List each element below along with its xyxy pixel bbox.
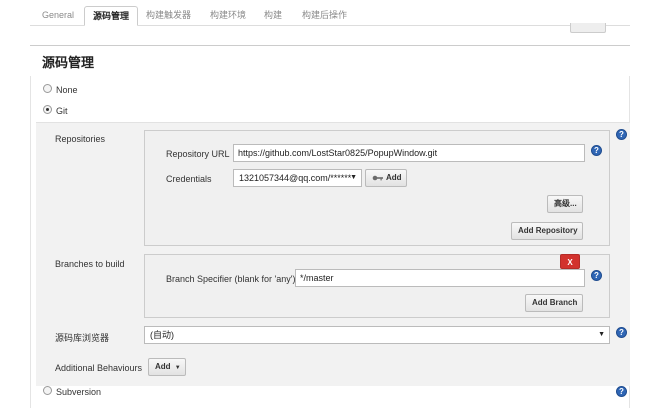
add-repository-button[interactable]: Add Repository: [511, 222, 583, 240]
section-title: 源码管理: [42, 55, 95, 70]
help-icon[interactable]: ?: [616, 386, 627, 397]
branch-specifier-label: Branch Specifier (blank for 'any'): [166, 274, 296, 284]
caret-down-icon: ▼: [174, 365, 181, 371]
branches-to-build-label: Branches to build: [55, 259, 125, 269]
key-icon: [372, 175, 383, 181]
credentials-select[interactable]: 1321057344@qq.com/****** ▼: [233, 169, 362, 187]
tab-general[interactable]: General: [34, 6, 82, 26]
tab-source-code-management[interactable]: 源码管理: [84, 6, 139, 26]
config-tabbar: General 源码管理 构建触发器 构建环境 构建 构建后操作: [30, 0, 630, 26]
scm-none-radio[interactable]: [43, 84, 52, 93]
add-credentials-label: Add: [386, 173, 402, 182]
previous-section-footer: [30, 23, 630, 46]
branch-specifier-input[interactable]: */master: [295, 269, 585, 287]
repo-browser-label: 源码库浏览器: [55, 333, 110, 343]
help-icon[interactable]: ?: [591, 145, 602, 156]
scm-git-radio[interactable]: [43, 105, 52, 114]
help-icon[interactable]: ?: [591, 270, 602, 281]
repository-url-label: Repository URL: [166, 149, 230, 159]
add-branch-button[interactable]: Add Branch: [525, 294, 583, 312]
add-behaviour-label: Add: [155, 362, 171, 371]
scm-subversion-radio[interactable]: [43, 386, 52, 395]
credentials-label: Credentials: [166, 174, 212, 184]
help-icon[interactable]: ?: [616, 327, 627, 338]
additional-behaviours-label: Additional Behaviours: [55, 363, 143, 373]
tab-build[interactable]: 构建: [256, 6, 290, 26]
advanced-button[interactable]: 高级...: [547, 195, 583, 213]
scm-none-label: None: [56, 85, 78, 95]
repository-url-input[interactable]: https://github.com/LostStar0825/PopupWin…: [233, 144, 585, 162]
tab-build-environment[interactable]: 构建环境: [202, 6, 254, 26]
repo-browser-select[interactable]: (自动) ▼: [144, 326, 610, 344]
credentials-value: 1321057344@qq.com/******: [239, 173, 352, 183]
help-icon[interactable]: ?: [616, 129, 627, 140]
repo-browser-value: (自动): [150, 330, 174, 340]
add-credentials-button[interactable]: Add: [365, 169, 407, 187]
repositories-label: Repositories: [55, 134, 106, 144]
caret-down-icon: ▼: [350, 174, 357, 181]
caret-down-icon: ▼: [598, 331, 605, 338]
scm-subversion-label: Subversion: [56, 387, 102, 397]
tab-post-build-actions[interactable]: 构建后操作: [294, 6, 355, 26]
scm-git-label: Git: [56, 106, 68, 116]
add-behaviour-button[interactable]: Add ▼: [148, 358, 186, 376]
delete-branch-button[interactable]: X: [560, 254, 580, 269]
tab-build-triggers[interactable]: 构建触发器: [138, 6, 199, 26]
previous-section-button[interactable]: [570, 23, 606, 33]
